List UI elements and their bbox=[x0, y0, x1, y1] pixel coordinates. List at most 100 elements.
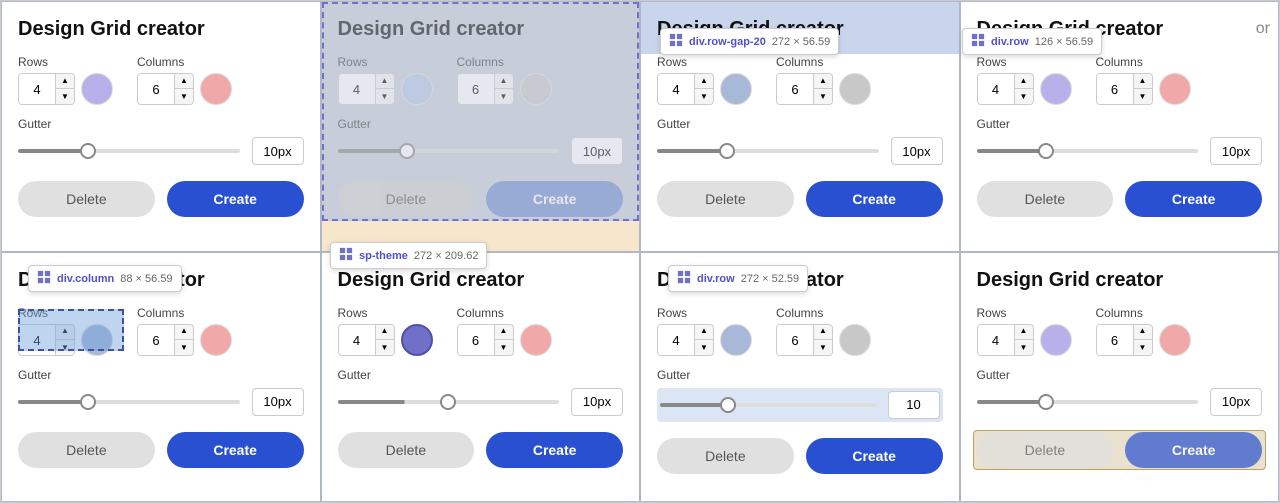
cell-5-rows-down[interactable]: ▼ bbox=[56, 340, 74, 356]
cell-8-cols-down[interactable]: ▼ bbox=[1134, 340, 1152, 356]
cell-7-tooltip: div.row 272 × 52.59 bbox=[668, 265, 808, 292]
cell-6-gutter-slider[interactable] bbox=[338, 400, 560, 404]
cell-1-rows-down[interactable]: ▼ bbox=[56, 89, 74, 105]
cell-2-create-button[interactable]: Create bbox=[486, 181, 623, 217]
cell-2-rows-up[interactable]: ▲ bbox=[376, 73, 394, 89]
cell-1-create-button[interactable]: Create bbox=[167, 181, 304, 217]
cell-3-rows-down[interactable]: ▼ bbox=[695, 89, 713, 105]
cell-6-cols-down[interactable]: ▼ bbox=[495, 340, 513, 356]
cell-4-rows-input[interactable]: 4 ▲ ▼ bbox=[977, 73, 1034, 105]
cell-8-cols-input[interactable]: 6 ▲ ▼ bbox=[1096, 324, 1153, 356]
cell-3-gutter-slider[interactable] bbox=[657, 149, 879, 153]
cell-8-cols-up[interactable]: ▲ bbox=[1134, 324, 1152, 340]
cell-1-delete-button[interactable]: Delete bbox=[18, 181, 155, 217]
cell-4-col-swatch[interactable] bbox=[1159, 73, 1191, 105]
cell-1-col-swatch[interactable] bbox=[200, 73, 232, 105]
cell-5-cols-input[interactable]: 6 ▲ ▼ bbox=[137, 324, 194, 356]
cell-1: Design Grid creator Rows 4 ▲ ▼ bbox=[1, 1, 321, 252]
cell-7-col-swatch[interactable] bbox=[839, 324, 871, 356]
cell-8-rows-label: Rows bbox=[977, 306, 1072, 320]
cell-5-cols-up[interactable]: ▲ bbox=[175, 324, 193, 340]
cell-5-gutter-slider[interactable] bbox=[18, 400, 240, 404]
cell-2-rows-down[interactable]: ▼ bbox=[376, 89, 394, 105]
cell-4-rows-up[interactable]: ▲ bbox=[1015, 73, 1033, 89]
cell-4-cols-value: 6 bbox=[1097, 74, 1133, 104]
cell-2-row-swatch[interactable] bbox=[401, 73, 433, 105]
cell-7-rows-up[interactable]: ▲ bbox=[695, 324, 713, 340]
cell-3-cols-input[interactable]: 6 ▲ ▼ bbox=[776, 73, 833, 105]
cell-1-cols-up[interactable]: ▲ bbox=[175, 73, 193, 89]
cell-5-row-swatch[interactable] bbox=[81, 324, 113, 356]
cell-3-delete-button[interactable]: Delete bbox=[657, 181, 794, 217]
cell-1-gutter-slider[interactable] bbox=[18, 149, 240, 153]
cell-8-create-button[interactable]: Create bbox=[1125, 432, 1262, 468]
cell-5-create-button[interactable]: Create bbox=[167, 432, 304, 468]
cell-6-gutter-label: Gutter bbox=[338, 368, 371, 382]
cell-8-rows-up[interactable]: ▲ bbox=[1015, 324, 1033, 340]
cell-4-cols-input[interactable]: 6 ▲ ▼ bbox=[1096, 73, 1153, 105]
cell-8: Design Grid creator Rows 4 ▲ ▼ bbox=[960, 252, 1280, 503]
cell-7-delete-button[interactable]: Delete bbox=[657, 438, 794, 474]
cell-4-row-swatch[interactable] bbox=[1040, 73, 1072, 105]
cell-8-col-swatch[interactable] bbox=[1159, 324, 1191, 356]
cell-1-row-swatch[interactable] bbox=[81, 73, 113, 105]
cell-8-rows-down[interactable]: ▼ bbox=[1015, 340, 1033, 356]
cell-6-title: Design Grid creator bbox=[338, 269, 624, 292]
cell-8-rows-input[interactable]: 4 ▲ ▼ bbox=[977, 324, 1034, 356]
cell-1-rows-label: Rows bbox=[18, 55, 113, 69]
cell-4-rows-down[interactable]: ▼ bbox=[1015, 89, 1033, 105]
cell-1-cols-input[interactable]: 6 ▲ ▼ bbox=[137, 73, 194, 105]
cell-2-tooltip-dims: 272 × 209.62 bbox=[414, 250, 479, 262]
cell-4-cols-down[interactable]: ▼ bbox=[1134, 89, 1152, 105]
cell-6-rows-input[interactable]: 4 ▲ ▼ bbox=[338, 324, 395, 356]
cell-3-cols-label: Columns bbox=[776, 55, 871, 69]
cell-8-row-swatch[interactable] bbox=[1040, 324, 1072, 356]
cell-1-rows-input[interactable]: 4 ▲ ▼ bbox=[18, 73, 75, 105]
cell-8-delete-button[interactable]: Delete bbox=[977, 432, 1114, 468]
cell-2-cols-down[interactable]: ▼ bbox=[495, 89, 513, 105]
cell-2-cols-up[interactable]: ▲ bbox=[495, 73, 513, 89]
cell-3-rows-input[interactable]: 4 ▲ ▼ bbox=[657, 73, 714, 105]
cell-6-rows-down[interactable]: ▼ bbox=[376, 340, 394, 356]
cell-3-create-button[interactable]: Create bbox=[806, 181, 943, 217]
cell-3-col-swatch[interactable] bbox=[839, 73, 871, 105]
cell-5-rows-up[interactable]: ▲ bbox=[56, 324, 74, 340]
cell-2-cols-value: 6 bbox=[458, 74, 494, 104]
cell-4-delete-button[interactable]: Delete bbox=[977, 181, 1114, 217]
cell-4-cols-up[interactable]: ▲ bbox=[1134, 73, 1152, 89]
cell-5-col-swatch[interactable] bbox=[200, 324, 232, 356]
cell-7-create-button[interactable]: Create bbox=[806, 438, 943, 474]
cell-7-cols-down[interactable]: ▼ bbox=[814, 340, 832, 356]
cell-7-cols-input[interactable]: 6 ▲ ▼ bbox=[776, 324, 833, 356]
cell-6-create-button[interactable]: Create bbox=[486, 432, 623, 468]
cell-6-rows-up[interactable]: ▲ bbox=[376, 324, 394, 340]
cell-2-gutter-slider[interactable] bbox=[338, 149, 560, 153]
cell-6-cols-up[interactable]: ▲ bbox=[495, 324, 513, 340]
cell-3-row-swatch[interactable] bbox=[720, 73, 752, 105]
cell-6-col-swatch[interactable] bbox=[520, 324, 552, 356]
cell-3-rows-up[interactable]: ▲ bbox=[695, 73, 713, 89]
cell-7-rows-input[interactable]: 4 ▲ ▼ bbox=[657, 324, 714, 356]
cell-5-delete-button[interactable]: Delete bbox=[18, 432, 155, 468]
cell-3-cols-up[interactable]: ▲ bbox=[814, 73, 832, 89]
cell-4-gutter-slider[interactable] bbox=[977, 149, 1199, 153]
cell-1-cols-down[interactable]: ▼ bbox=[175, 89, 193, 105]
cell-6-row-swatch[interactable] bbox=[401, 324, 433, 356]
cell-6: Design Grid creator Rows 4 ▲ ▼ bbox=[321, 252, 641, 503]
cell-2-cols-input[interactable]: 6 ▲ ▼ bbox=[457, 73, 514, 105]
cell-3-cols-down[interactable]: ▼ bbox=[814, 89, 832, 105]
cell-6-cols-input[interactable]: 6 ▲ ▼ bbox=[457, 324, 514, 356]
cell-4-create-button[interactable]: Create bbox=[1125, 181, 1262, 217]
cell-6-delete-button[interactable]: Delete bbox=[338, 432, 475, 468]
cell-7-row-swatch[interactable] bbox=[720, 324, 752, 356]
cell-5-rows-input[interactable]: 4 ▲ ▼ bbox=[18, 324, 75, 356]
cell-2-delete-button[interactable]: Delete bbox=[338, 181, 475, 217]
cell-5-cols-down[interactable]: ▼ bbox=[175, 340, 193, 356]
cell-2-rows-input[interactable]: 4 ▲ ▼ bbox=[338, 73, 395, 105]
cell-7-cols-up[interactable]: ▲ bbox=[814, 324, 832, 340]
cell-8-gutter-slider[interactable] bbox=[977, 400, 1199, 404]
cell-7-rows-down[interactable]: ▼ bbox=[695, 340, 713, 356]
cell-1-rows-up[interactable]: ▲ bbox=[56, 73, 74, 89]
cell-2-col-swatch[interactable] bbox=[520, 73, 552, 105]
cell-7-gutter-slider[interactable] bbox=[660, 403, 876, 407]
